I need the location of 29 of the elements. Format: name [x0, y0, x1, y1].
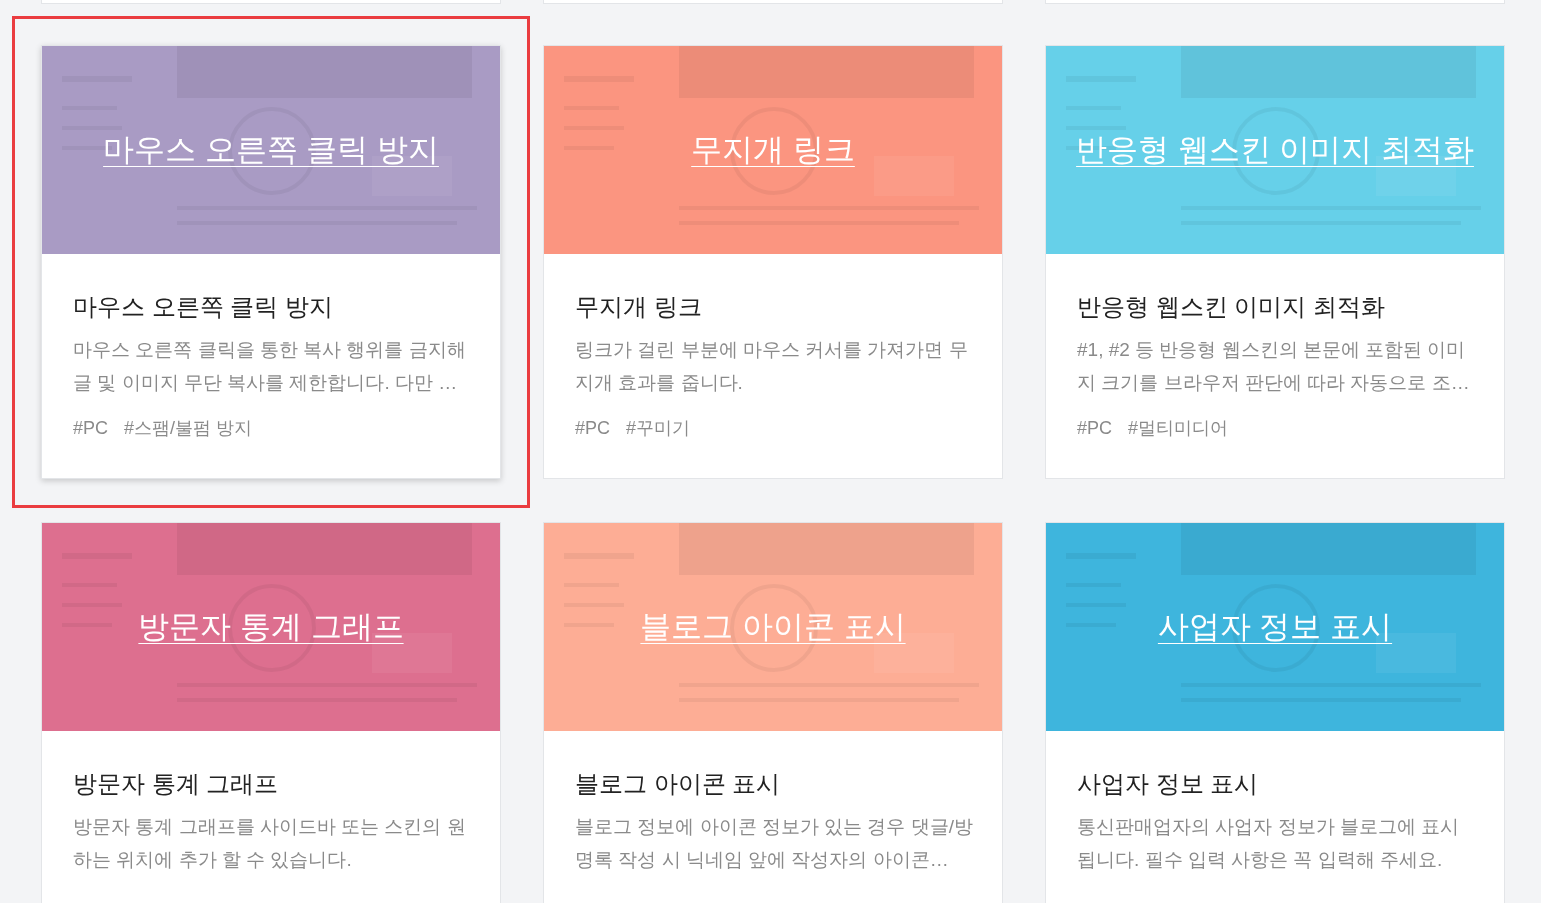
card-description: #1, #2 등 반응형 웹스킨의 본문에 포함된 이미지 크기를 브라우저 판단에 따라 자동으로 조…	[1077, 338, 1471, 395]
tag-link[interactable]: #꾸미기	[626, 415, 691, 442]
tag-link[interactable]: #PC	[575, 415, 610, 442]
card-title: 무지개 링크	[575, 292, 703, 322]
card[interactable]: 방문자 통계 그래프 방문자 통계 그래프 방문자 통계 그래프를 사이드바 또는 스킨의 원하는 위치에 추가 할 수 있습니다.	[41, 522, 501, 903]
card-description: 통신판매업자의 사업자 정보가 블로그에 표시됩니다. 필수 입력 사항은 꼭 입력해 주세요.	[1077, 815, 1461, 872]
tag-link[interactable]: #스팸/불펌 방지	[124, 415, 253, 442]
image-title-link[interactable]: 블로그 아이콘 표시	[640, 603, 906, 651]
tag-link[interactable]: #PC	[1077, 415, 1112, 442]
tag-link[interactable]: #멀티미디어	[1128, 415, 1229, 442]
card[interactable]: 사업자 정보 표시 사업자 정보 표시 통신판매업자의 사업자 정보가 블로그에 표시됩니다. 필수 입력 사항은 꼭 입력해 주세요.	[1045, 522, 1505, 903]
card-description: 방문자 통계 그래프를 사이드바 또는 스킨의 원하는 위치에 추가 할 수 있습니다.	[73, 815, 467, 872]
card-description: 링크가 걸린 부분에 마우스 커서를 가져가면 무지개 효과를 줍니다.	[575, 338, 969, 395]
card-title: 사업자 정보 표시	[1077, 769, 1260, 799]
image-title-link[interactable]: 방문자 통계 그래프	[138, 603, 404, 651]
card-description: 마우스 오른쪽 클릭을 통한 복사 행위를 금지해 글 및 이미지 무단 복사를 제한합니다. 다만 …	[73, 338, 467, 395]
card-description: 블로그 정보에 아이콘 정보가 있는 경우 댓글/방명록 작성 시 닉네임 앞에 작성자의 아이콘…	[575, 815, 974, 872]
card-title: 마우스 오른쪽 클릭 방지	[73, 292, 334, 322]
card[interactable]: 반응형 웹스킨 이미지 최적화 반응형 웹스킨 이미지 최적화 #1, #2 등 반응형 웹스킨의 본문에 포함된 이미지 크기를 브라우저 판단에 따라 자동으로 조… #PC #멀티미디어	[1045, 45, 1505, 479]
card[interactable]: 무지개 링크 무지개 링크 링크가 걸린 부분에 마우스 커서를 가져가면 무지개 효과를 줍니다. #PC #꾸미기	[543, 45, 1003, 479]
card[interactable]: 블로그 아이콘 표시 블로그 아이콘 표시 블로그 정보에 아이콘 정보가 있는 경우 댓글/방명록 작성 시 닉네임 앞에 작성자의 아이콘…	[543, 522, 1003, 903]
card-title: 반응형 웹스킨 이미지 최적화	[1077, 292, 1386, 322]
card[interactable]: 마우스 오른쪽 클릭 방지 마우스 오른쪽 클릭 방지 마우스 오른쪽 클릭을 통한 복사 행위를 금지해 글 및 이미지 무단 복사를 제한합니다. 다만 … #PC #스팸/불펌 방지	[41, 45, 501, 479]
tag-link[interactable]: #PC	[73, 415, 108, 442]
image-title-link[interactable]: 무지개 링크	[691, 126, 855, 174]
card-title: 블로그 아이콘 표시	[575, 769, 782, 799]
image-title-link[interactable]: 마우스 오른쪽 클릭 방지	[103, 126, 439, 174]
image-title-link[interactable]: 사업자 정보 표시	[1157, 603, 1393, 651]
card-title: 방문자 통계 그래프	[73, 769, 280, 799]
